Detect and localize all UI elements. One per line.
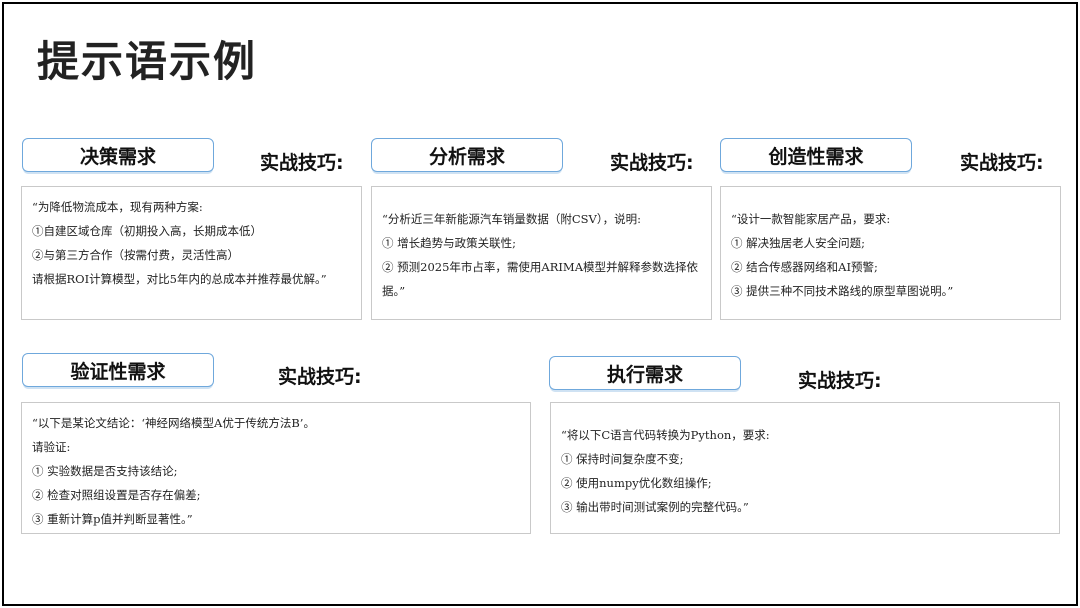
example-line: ② 结合传感器网络和AI预警; [731, 260, 878, 274]
example-line: “分析近三年新能源汽车销量数据（附CSV），说明: [382, 212, 641, 226]
example-line: ① 保持时间复杂度不变; [561, 452, 684, 466]
tab-analysis: 分析需求 [371, 138, 563, 172]
example-line: “为降低物流成本，现有两种方案: [32, 200, 203, 214]
example-box-creative: “设计一款智能家居产品，要求: ① 解决独居老人安全问题; ② 结合传感器网络和… [720, 186, 1061, 320]
tip-label-execution: 实战技巧: [798, 370, 882, 392]
example-line: ③ 输出带时间测试案例的完整代码。” [561, 500, 749, 514]
example-line: ② 预测2025年市占率，需使用ARIMA模型并解释参数选择依据。” [382, 260, 699, 298]
example-line: ②与第三方合作（按需付费，灵活性高） [32, 248, 239, 262]
example-box-execution: “将以下C语言代码转换为Python，要求: ① 保持时间复杂度不变; ② 使用… [550, 402, 1060, 534]
example-line: ② 检查对照组设置是否存在偏差; [32, 488, 201, 502]
tab-execution: 执行需求 [549, 356, 741, 390]
example-box-decision: “为降低物流成本，现有两种方案: ①自建区域仓库（初期投入高，长期成本低） ②与… [21, 186, 362, 320]
tip-label-creative: 实战技巧: [960, 152, 1044, 174]
page-title: 提示语示例 [37, 37, 258, 86]
example-box-analysis: “分析近三年新能源汽车销量数据（附CSV），说明: ① 增长趋势与政策关联性; … [371, 186, 712, 320]
example-line: ③ 提供三种不同技术路线的原型草图说明。” [731, 284, 954, 298]
example-line: ① 解决独居老人安全问题; [731, 236, 866, 250]
tip-label-verification: 实战技巧: [278, 366, 362, 388]
example-line: ③ 重新计算p值并判断显著性。” [32, 512, 193, 526]
example-line: “以下是某论文结论：‘神经网络模型A优于传统方法B’。 [32, 416, 315, 430]
example-box-verification: “以下是某论文结论：‘神经网络模型A优于传统方法B’。 请验证: ① 实验数据是… [21, 402, 531, 534]
slide: 提示语示例 决策需求 实战技巧: “为降低物流成本，现有两种方案: ①自建区域仓… [2, 2, 1078, 606]
tab-verification: 验证性需求 [22, 353, 214, 387]
tip-label-analysis: 实战技巧: [610, 152, 694, 174]
example-line: ①自建区域仓库（初期投入高，长期成本低） [32, 224, 262, 238]
example-line: ② 使用numpy优化数组操作; [561, 476, 712, 490]
tab-creative: 创造性需求 [720, 138, 912, 172]
example-line: ① 实验数据是否支持该结论; [32, 464, 178, 478]
example-line: 请根据ROI计算模型，对比5年内的总成本并推荐最优解。” [32, 272, 327, 286]
tip-label-decision: 实战技巧: [260, 152, 344, 174]
example-line: ① 增长趋势与政策关联性; [382, 236, 517, 250]
tab-decision: 决策需求 [22, 138, 214, 172]
example-line: “将以下C语言代码转换为Python，要求: [561, 428, 770, 442]
example-line: 请验证: [32, 440, 71, 454]
example-line: “设计一款智能家居产品，要求: [731, 212, 891, 226]
